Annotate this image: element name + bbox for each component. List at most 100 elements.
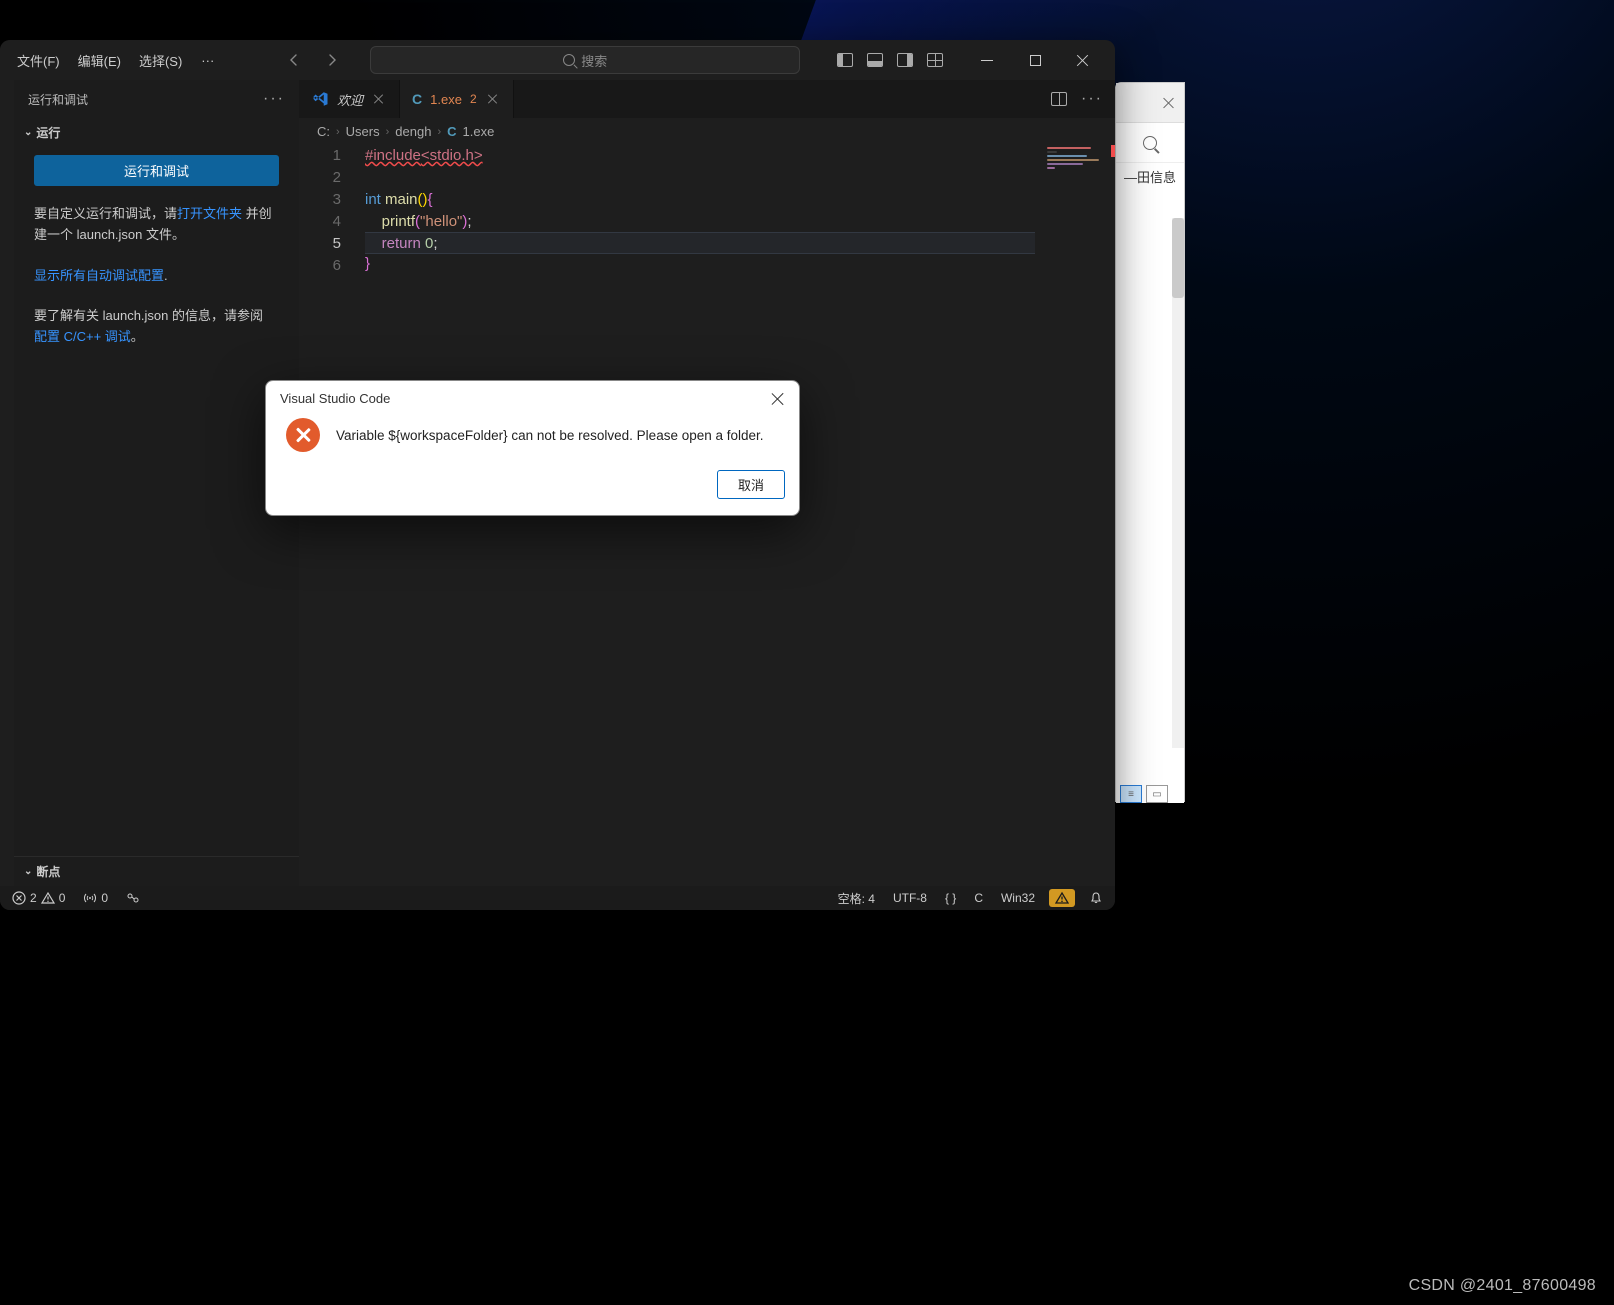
menu-select[interactable]: 选择(S) xyxy=(130,45,191,76)
view-list-icon[interactable]: ≡ xyxy=(1120,785,1142,803)
window-minimize-button[interactable] xyxy=(963,45,1011,75)
code-line: } xyxy=(365,253,1035,275)
section-breakpoints-label: 断点 xyxy=(36,863,60,880)
open-folder-link[interactable]: 打开文件夹 xyxy=(177,206,242,221)
maximize-icon xyxy=(1030,55,1041,66)
code-line xyxy=(365,167,1035,189)
chevron-down-icon: ⌄ xyxy=(24,127,32,138)
chevron-down-icon: ⌄ xyxy=(24,866,32,877)
command-center-search[interactable]: 搜索 xyxy=(370,46,800,74)
toggle-panel-bottom-icon[interactable] xyxy=(867,53,883,67)
sidebar-para-1: 要自定义运行和调试，请打开文件夹 并创建一个 launch.json 文件。 xyxy=(34,204,279,246)
dialog-title: Visual Studio Code xyxy=(280,391,390,406)
vscode-window: 文件(F) 编辑(E) 选择(S) ··· 搜索 运行和调试 xyxy=(0,40,1115,910)
search-icon xyxy=(1143,136,1157,150)
watermark: CSDN @2401_87600498 xyxy=(1409,1277,1596,1295)
warning-icon xyxy=(41,891,55,905)
chevron-right-icon: › xyxy=(336,126,340,138)
search-button[interactable] xyxy=(1116,123,1184,163)
line-gutter: 1 2 3 4 5 6 xyxy=(299,145,361,277)
activity-bar xyxy=(0,80,14,886)
window-maximize-button[interactable] xyxy=(1011,45,1059,75)
editor-tabs: 欢迎 C 1.exe 2 ··· xyxy=(299,80,1115,118)
section-run[interactable]: ⌄ 运行 xyxy=(14,118,299,147)
breadcrumb-dengh: dengh xyxy=(395,124,431,139)
sidebar-title: 运行和调试 ··· xyxy=(14,80,299,118)
code-line: printf("hello"); xyxy=(365,211,1035,233)
nav-forward-button[interactable] xyxy=(322,50,342,70)
breadcrumb-users: Users xyxy=(346,124,380,139)
status-warning-badge[interactable] xyxy=(1049,889,1075,907)
close-icon xyxy=(1077,54,1089,66)
split-editor-icon[interactable] xyxy=(1051,92,1067,106)
status-notifications[interactable] xyxy=(1085,891,1107,905)
minimize-icon xyxy=(981,60,993,61)
code-content: #include<stdio.h> int main(){ printf("he… xyxy=(365,145,1035,275)
run-debug-button[interactable]: 运行和调试 xyxy=(34,155,279,186)
sidebar-para-3: 要了解有关 launch.json 的信息，请参阅 配置 C/C++ 调试。 xyxy=(34,306,279,348)
secondary-window: —田信息 ≡ ▭ xyxy=(1115,82,1185,802)
minimap[interactable] xyxy=(1047,147,1107,177)
breadcrumb[interactable]: C: › Users › dengh › C 1.exe xyxy=(299,118,1115,145)
menu-more[interactable]: ··· xyxy=(191,47,224,74)
status-platform[interactable]: Win32 xyxy=(997,891,1039,905)
code-line: #include<stdio.h> xyxy=(365,145,1035,167)
info-label: —田信息 xyxy=(1124,167,1176,186)
view-split-icon[interactable]: ▭ xyxy=(1146,785,1168,803)
status-encoding[interactable]: UTF-8 xyxy=(889,891,931,905)
error-marker xyxy=(1111,145,1115,157)
sidebar-run-debug: 运行和调试 ··· ⌄ 运行 运行和调试 要自定义运行和调试，请打开文件夹 并创… xyxy=(14,80,299,886)
status-language[interactable]: C xyxy=(970,891,987,905)
titlebar: 文件(F) 编辑(E) 选择(S) ··· 搜索 xyxy=(0,40,1115,80)
breadcrumb-c: C: xyxy=(317,124,330,139)
tab-close-button[interactable] xyxy=(485,91,501,107)
toggle-panel-left-icon[interactable] xyxy=(837,53,853,67)
status-braces[interactable]: { } xyxy=(941,891,960,905)
search-placeholder: 搜索 xyxy=(581,51,607,70)
tab-close-button[interactable] xyxy=(371,91,387,107)
dialog-message: Variable ${workspaceFolder} can not be r… xyxy=(336,428,764,443)
dialog-close-button[interactable] xyxy=(771,392,785,406)
section-run-label: 运行 xyxy=(36,124,60,141)
bell-icon xyxy=(1089,891,1103,905)
vscode-icon xyxy=(311,90,329,108)
c-file-icon: C xyxy=(447,124,456,139)
close-icon xyxy=(374,94,384,104)
error-dialog: Visual Studio Code Variable ${workspaceF… xyxy=(265,380,800,516)
sidebar-more-button[interactable]: ··· xyxy=(263,90,285,108)
status-live-share[interactable] xyxy=(122,891,144,905)
code-line-current: return 0; xyxy=(365,232,1035,254)
cancel-button[interactable]: 取消 xyxy=(717,470,785,499)
status-ports[interactable]: 0 xyxy=(79,891,112,905)
window-close-button[interactable] xyxy=(1059,45,1107,75)
tab-welcome-label: 欢迎 xyxy=(337,90,363,109)
configure-c-debug-link[interactable]: 配置 C/C++ 调试 xyxy=(34,329,131,344)
tab-more-button[interactable]: ··· xyxy=(1081,90,1103,108)
scrollbar-thumb[interactable] xyxy=(1172,218,1184,298)
chevron-right-icon: › xyxy=(386,126,390,138)
tab-welcome[interactable]: 欢迎 xyxy=(299,80,400,118)
chevron-right-icon: › xyxy=(437,126,441,138)
status-errors[interactable]: 2 0 xyxy=(8,891,69,905)
sidebar-para-2: 显示所有自动调试配置. xyxy=(34,266,279,287)
radio-tower-icon xyxy=(83,891,97,905)
error-icon xyxy=(286,418,320,452)
toggle-panel-right-icon[interactable] xyxy=(897,53,913,67)
tab-file[interactable]: C 1.exe 2 xyxy=(400,80,514,118)
customize-layout-icon[interactable] xyxy=(927,53,943,67)
menu-file[interactable]: 文件(F) xyxy=(8,45,69,76)
breadcrumb-file: 1.exe xyxy=(463,124,495,139)
status-spaces[interactable]: 空格: 4 xyxy=(834,890,879,907)
sidebar-title-label: 运行和调试 xyxy=(28,91,88,108)
section-breakpoints[interactable]: ⌄ 断点 xyxy=(14,857,299,886)
statusbar: 2 0 0 空格: 4 UTF-8 { } C Win32 xyxy=(0,886,1115,910)
close-icon[interactable] xyxy=(1164,98,1174,108)
c-file-icon: C xyxy=(412,91,422,107)
code-line: int main(){ xyxy=(365,189,1035,211)
tab-problems-badge: 2 xyxy=(470,92,477,106)
nav-back-button[interactable] xyxy=(284,50,304,70)
menu-edit[interactable]: 编辑(E) xyxy=(69,45,130,76)
search-icon xyxy=(563,54,575,66)
show-auto-configs-link[interactable]: 显示所有自动调试配置 xyxy=(34,268,164,283)
live-share-icon xyxy=(126,891,140,905)
